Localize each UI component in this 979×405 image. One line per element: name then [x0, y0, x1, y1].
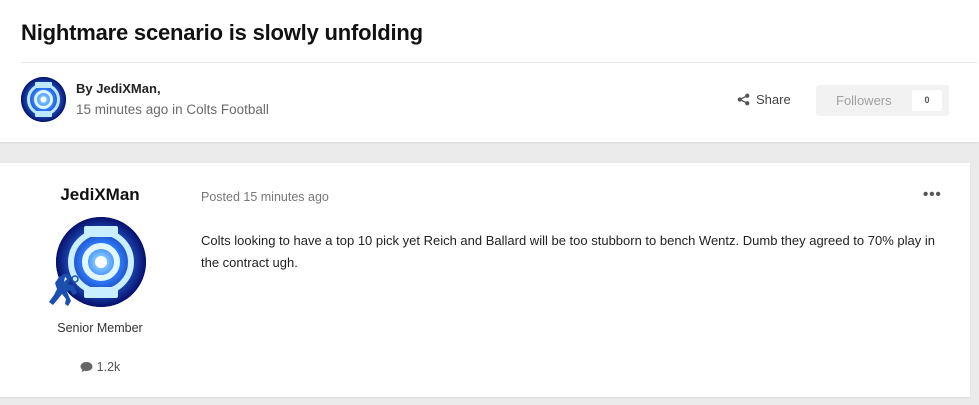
- author-link[interactable]: JediXMan: [96, 81, 157, 96]
- share-icon: [737, 93, 750, 106]
- blue-lantern-avatar-icon: [21, 77, 66, 122]
- divider: [21, 62, 977, 63]
- post-content: Colts looking to have a top 10 pick yet …: [201, 233, 935, 270]
- ellipsis-icon[interactable]: •••: [923, 187, 941, 202]
- share-button[interactable]: Share: [737, 92, 791, 107]
- topic-meta: 15 minutes ago in Colts Football: [76, 102, 269, 117]
- posted-timestamp[interactable]: Posted 15 minutes ago: [201, 190, 329, 204]
- colts-rank-badge-icon: [49, 273, 79, 306]
- colts-rank-badge: [44, 271, 84, 309]
- share-label: Share: [756, 92, 791, 107]
- by-label: By: [76, 81, 93, 96]
- followers-button[interactable]: Followers 0: [816, 85, 949, 116]
- topic-header: Nightmare scenario is slowly unfolding B…: [0, 0, 979, 142]
- followers-label: Followers: [836, 93, 892, 108]
- member-title: Senior Member: [57, 321, 143, 335]
- followers-count-badge: 0: [912, 90, 942, 111]
- comment-icon: [80, 362, 93, 372]
- page-title: Nightmare scenario is slowly unfolding: [21, 20, 423, 45]
- timestamp: 15 minutes ago: [76, 102, 169, 117]
- post-author-name[interactable]: JediXMan: [0, 185, 200, 205]
- post-card: JediXMan Senior Member 1.2k Posted 15 mi…: [0, 163, 970, 397]
- post-count[interactable]: 1.2k: [0, 360, 200, 374]
- forum-link[interactable]: Colts Football: [186, 102, 269, 117]
- in-label: in: [172, 102, 183, 117]
- author-avatar[interactable]: [21, 77, 66, 122]
- byline-comma: ,: [156, 81, 161, 96]
- post-count-value: 1.2k: [96, 360, 121, 374]
- byline: By JediXMan,: [76, 81, 161, 96]
